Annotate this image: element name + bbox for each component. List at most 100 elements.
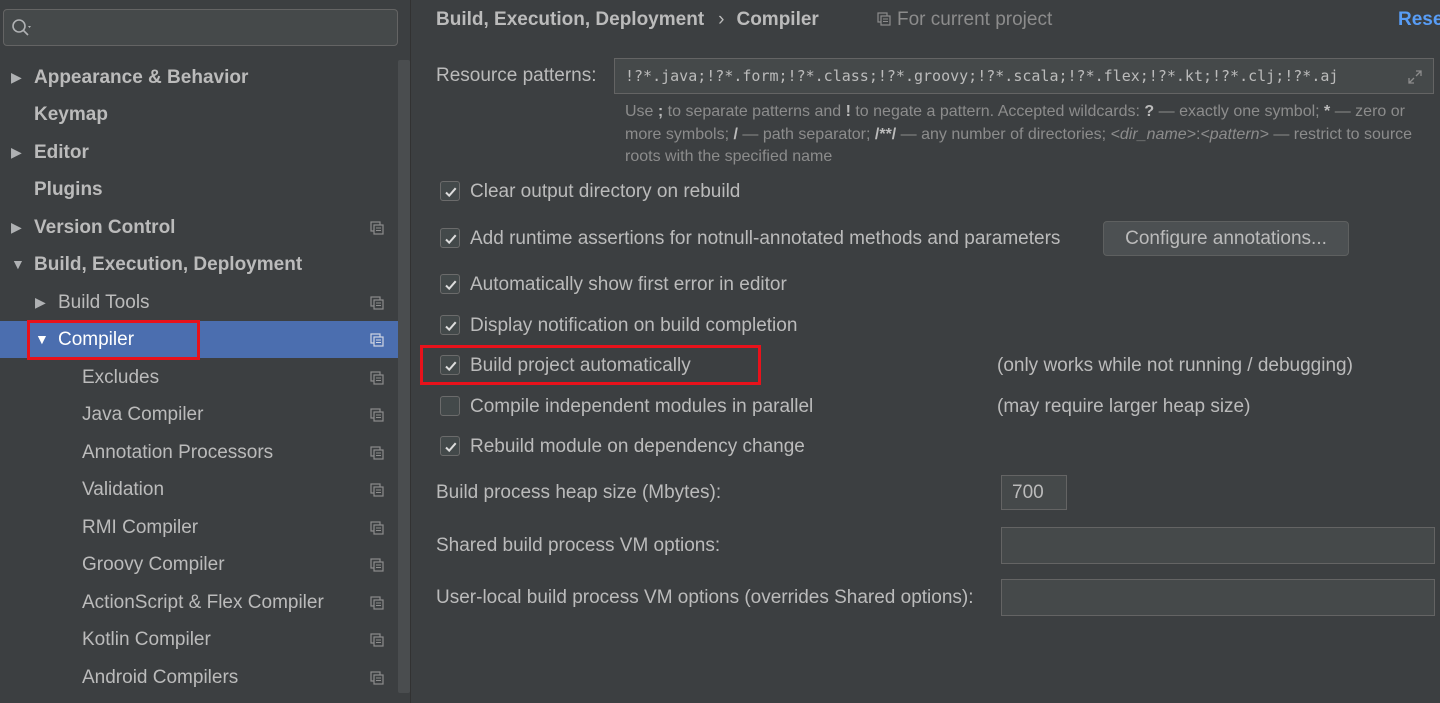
project-scope-icon bbox=[370, 596, 384, 610]
resource-patterns-label: Resource patterns: bbox=[436, 65, 597, 86]
sidebar-item-label: Annotation Processors bbox=[82, 442, 274, 463]
collapse-arrow-icon[interactable]: ▼ bbox=[11, 246, 25, 283]
scope-indicator: For current project bbox=[877, 9, 1052, 31]
checkbox-checked[interactable] bbox=[440, 315, 460, 335]
breadcrumb-current: Compiler bbox=[736, 9, 819, 30]
sidebar-item-label: ActionScript & Flex Compiler bbox=[82, 592, 324, 613]
sidebar-item-label: Build, Execution, Deployment bbox=[34, 254, 303, 275]
search-input[interactable] bbox=[3, 9, 398, 46]
sidebar-item-label: Groovy Compiler bbox=[82, 554, 225, 575]
settings-sidebar: ▶ Appearance & Behavior Keymap ▶ Editor … bbox=[0, 0, 410, 703]
project-scope-icon bbox=[370, 521, 384, 535]
checkmark-icon bbox=[445, 361, 457, 372]
checkbox-unchecked[interactable] bbox=[440, 396, 460, 416]
sidebar-item-label: Android Compilers bbox=[82, 667, 239, 688]
sidebar-item-build-execution-deployment[interactable]: ▼ Build, Execution, Deployment bbox=[0, 246, 398, 283]
sidebar-item-label: Plugins bbox=[34, 179, 103, 200]
checkbox-checked[interactable] bbox=[440, 436, 460, 456]
project-scope-icon bbox=[370, 408, 384, 422]
search-icon bbox=[12, 19, 31, 36]
sidebar-item-validation[interactable]: Validation bbox=[0, 471, 398, 508]
checkbox-checked[interactable] bbox=[440, 181, 460, 201]
checkmark-icon bbox=[445, 234, 457, 245]
sidebar-item-label: Compiler bbox=[58, 329, 135, 350]
compiler-settings-panel: Build, Execution, Deployment › Compiler Fo… bbox=[411, 0, 1440, 703]
shared-vm-options-input[interactable] bbox=[1001, 527, 1435, 564]
sidebar-item-excludes[interactable]: Excludes bbox=[0, 359, 398, 396]
sidebar-item-label: Editor bbox=[34, 142, 89, 163]
project-scope-icon bbox=[370, 446, 384, 460]
option-label: Add runtime assertions for notnull-annot… bbox=[470, 228, 1061, 249]
sidebar-item-android-compilers[interactable]: Android Compilers bbox=[0, 659, 398, 696]
project-scope-icon bbox=[370, 221, 384, 235]
expand-arrow-icon[interactable]: ▶ bbox=[11, 59, 25, 96]
project-scope-icon bbox=[370, 483, 384, 497]
sidebar-item-editor[interactable]: ▶ Editor bbox=[0, 134, 398, 171]
option-label: Clear output directory on rebuild bbox=[470, 181, 741, 202]
sidebar-item-annotation-processors[interactable]: Annotation Processors bbox=[0, 434, 398, 471]
sidebar-item-label: Keymap bbox=[34, 104, 108, 125]
sidebar-item-rmi-compiler[interactable]: RMI Compiler bbox=[0, 509, 398, 546]
sidebar-item-label: RMI Compiler bbox=[82, 517, 199, 538]
resource-patterns-hint: Use ; to separate patterns and ! to nega… bbox=[625, 103, 1413, 165]
checkmark-icon bbox=[445, 321, 457, 332]
option-label: Display notification on build completion bbox=[470, 315, 798, 336]
sidebar-item-groovy-compiler[interactable]: Groovy Compiler bbox=[0, 546, 398, 583]
project-scope-icon bbox=[370, 633, 384, 647]
project-scope-icon bbox=[370, 558, 384, 572]
sidebar-item-kotlin-compiler[interactable]: Kotlin Compiler bbox=[0, 621, 398, 658]
sidebar-item-build-tools[interactable]: ▶ Build Tools bbox=[0, 284, 398, 321]
local-vm-options-input[interactable] bbox=[1001, 579, 1435, 616]
sidebar-item-label: Version Control bbox=[34, 217, 176, 238]
sidebar-item-keymap[interactable]: Keymap bbox=[0, 96, 398, 133]
heap-size-value: 700 bbox=[1012, 482, 1044, 503]
expand-arrow-icon[interactable]: ▶ bbox=[11, 134, 25, 171]
breadcrumb: Build, Execution, Deployment › Compiler bbox=[436, 9, 819, 33]
sidebar-item-plugins[interactable]: Plugins bbox=[0, 171, 398, 208]
sidebar-item-label: Kotlin Compiler bbox=[82, 629, 211, 650]
project-scope-icon bbox=[370, 296, 384, 310]
checkbox-checked[interactable] bbox=[440, 274, 460, 294]
expand-arrow-icon[interactable]: ▶ bbox=[11, 209, 25, 246]
heap-size-input[interactable]: 700 bbox=[1001, 475, 1067, 510]
local-vm-options-label: User-local build process VM options (ove… bbox=[436, 587, 974, 608]
sidebar-item-actionscript-flex-compiler[interactable]: ActionScript & Flex Compiler bbox=[0, 584, 398, 621]
sidebar-item-label: Java Compiler bbox=[82, 404, 204, 425]
resource-patterns-value: !?*.java;!?*.form;!?*.class;!?*.groovy;!… bbox=[625, 67, 1339, 85]
option-label: Build project automatically bbox=[470, 355, 691, 376]
option-label: Compile independent modules in parallel bbox=[470, 396, 814, 417]
sidebar-item-java-compiler[interactable]: Java Compiler bbox=[0, 396, 398, 433]
option-label: Rebuild module on dependency change bbox=[470, 436, 805, 457]
checkbox-checked[interactable] bbox=[440, 228, 460, 248]
breadcrumb-separator: › bbox=[718, 9, 725, 30]
project-scope-icon bbox=[370, 333, 384, 347]
checkbox-checked[interactable] bbox=[440, 355, 460, 375]
sidebar-item-label: Validation bbox=[82, 479, 165, 500]
sidebar-scrollbar[interactable] bbox=[398, 60, 410, 693]
sidebar-item-compiler[interactable]: ▼ Compiler bbox=[0, 321, 410, 358]
checkmark-icon bbox=[445, 280, 457, 291]
project-scope-icon bbox=[877, 12, 891, 26]
sidebar-item-appearance[interactable]: ▶ Appearance & Behavior bbox=[0, 59, 398, 96]
sidebar-item-label: Build Tools bbox=[58, 292, 150, 313]
heap-size-label: Build process heap size (Mbytes): bbox=[436, 482, 722, 503]
sidebar-item-version-control[interactable]: ▶ Version Control bbox=[0, 209, 398, 246]
reset-link[interactable]: Reset bbox=[1398, 9, 1440, 31]
expand-arrow-icon[interactable]: ▶ bbox=[35, 284, 49, 321]
sidebar-item-label: Appearance & Behavior bbox=[34, 67, 249, 88]
checkmark-icon bbox=[445, 442, 457, 453]
scope-label: For current project bbox=[897, 9, 1053, 30]
shared-vm-options-label: Shared build process VM options: bbox=[436, 535, 721, 556]
build-automatically-note: (only works while not running / debuggin… bbox=[997, 355, 1353, 376]
configure-annotations-button[interactable]: Configure annotations... bbox=[1103, 221, 1349, 256]
sidebar-item-label: Excludes bbox=[82, 367, 160, 388]
expand-icon[interactable] bbox=[1407, 69, 1423, 85]
option-label: Automatically show first error in editor bbox=[470, 274, 787, 295]
collapse-arrow-icon[interactable]: ▼ bbox=[35, 321, 49, 358]
project-scope-icon bbox=[370, 671, 384, 685]
resource-patterns-input[interactable]: !?*.java;!?*.form;!?*.class;!?*.groovy;!… bbox=[614, 58, 1434, 94]
parallel-compile-note: (may require larger heap size) bbox=[997, 396, 1251, 417]
breadcrumb-parent: Build, Execution, Deployment bbox=[436, 9, 705, 30]
project-scope-icon bbox=[370, 371, 384, 385]
checkmark-icon bbox=[445, 187, 457, 198]
